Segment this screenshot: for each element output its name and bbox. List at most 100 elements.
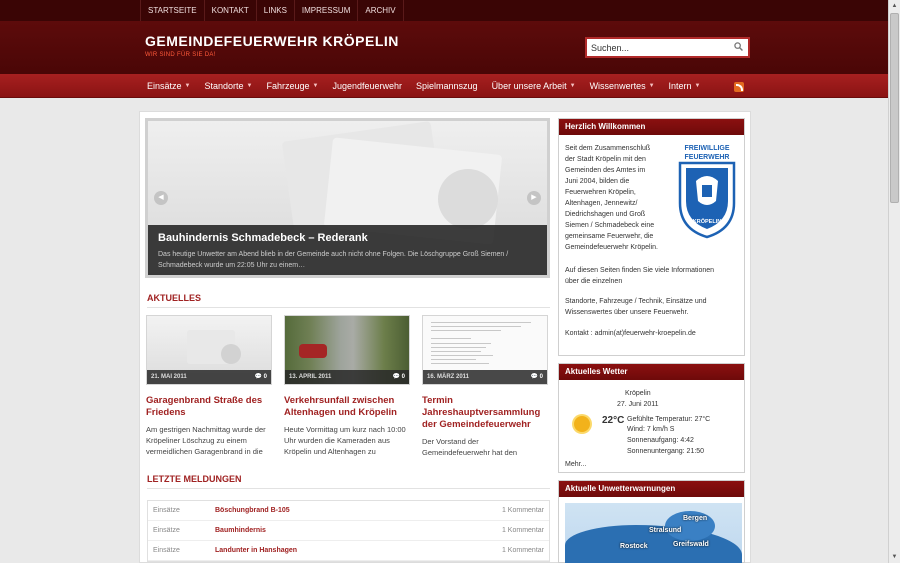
- site-header: GEMEINDEFEUERWEHR KRÖPELIN WIR SIND FÜR …: [0, 21, 888, 74]
- doc-line: [431, 330, 501, 331]
- car-image: [299, 344, 327, 358]
- nav-item-ueber-unsere-arbeit[interactable]: Über unsere Arbeit ▼: [485, 74, 583, 98]
- scroll-down-arrow-icon[interactable]: ▼: [889, 551, 900, 563]
- sun-icon: [574, 416, 590, 432]
- nav-item-wissenwertes[interactable]: Wissenwertes ▼: [583, 74, 662, 98]
- nav-label: Einsätze: [147, 81, 182, 91]
- news-comments[interactable]: 1 Kommentar: [502, 527, 544, 534]
- article-thumbnail[interactable]: 21. MAI 2011 💬 0: [146, 315, 272, 385]
- slide-caption: Bauhindernis Schmadebeck – Rederank Das …: [148, 225, 547, 275]
- map-city: Stralsund: [649, 527, 682, 534]
- topnav-links[interactable]: LINKS: [257, 0, 295, 21]
- comment-count-value: 0: [539, 374, 543, 380]
- nav-label: Wissenwertes: [589, 81, 646, 91]
- news-category[interactable]: Einsätze: [153, 507, 180, 514]
- nav-label: Intern: [668, 81, 692, 91]
- nav-label: Über unsere Arbeit: [491, 81, 567, 91]
- rss-icon[interactable]: [734, 82, 744, 92]
- weather-widget: Aktuelles Wetter Kröpelin 27. Juni 2011 …: [558, 363, 745, 473]
- map-city: Rostock: [620, 543, 648, 550]
- text-line: Feuerwehren Kröpelin,: [565, 189, 636, 196]
- divider: [147, 307, 550, 308]
- news-title[interactable]: Baumhindernis: [215, 527, 266, 534]
- text-line: über die einzelnen: [565, 278, 623, 285]
- logo-text-mid: FEUERWEHR: [685, 154, 730, 161]
- chevron-down-icon: ▼: [246, 83, 253, 89]
- nav-item-jugendfeuerwehr[interactable]: Jugendfeuerwehr: [325, 74, 409, 98]
- weather-place: Kröpelin: [625, 390, 651, 397]
- article-thumbnail[interactable]: 13. APRIL 2011 💬 0: [284, 315, 410, 385]
- section-title-aktuelles: AKTUELLES: [147, 293, 201, 303]
- weather-temp: 22°C: [602, 415, 625, 426]
- news-comments[interactable]: 1 Kommentar: [502, 507, 544, 514]
- warning-map[interactable]: Bergen Stralsund Rostock Greifswald: [565, 503, 742, 563]
- nav-label: Jugendfeuerwehr: [332, 81, 403, 91]
- article-excerpt: Heute Vormittag um kurz nach 10:00 Uhr w…: [284, 425, 406, 456]
- page-scrollbar[interactable]: ▲ ▼: [888, 0, 900, 563]
- text-line: Juni 2004, bilden die: [565, 178, 630, 185]
- text-line: Wissenswertes über unsere Feuerwehr.: [565, 309, 689, 316]
- topnav-archiv[interactable]: ARCHIV: [358, 0, 404, 21]
- article-excerpt: Der Vorstand der Gemeindefeuerwehr hat d…: [422, 437, 518, 457]
- news-category[interactable]: Einsätze: [153, 527, 180, 534]
- comment-count[interactable]: 💬 0: [255, 370, 267, 384]
- weather-wind: Wind: 7 km/h S: [627, 426, 675, 433]
- weather-date: 27. Juni 2011: [617, 401, 659, 408]
- news-title[interactable]: Böschungbrand B-105: [215, 507, 290, 514]
- chevron-down-icon: ▼: [694, 83, 701, 89]
- scroll-up-arrow-icon[interactable]: ▲: [889, 0, 900, 12]
- nav-item-intern[interactable]: Intern ▼: [662, 74, 708, 98]
- nav-item-standorte[interactable]: Standorte ▼: [197, 74, 259, 98]
- news-category[interactable]: Einsätze: [153, 547, 180, 554]
- main-nav: Einsätze ▼ Standorte ▼ Fahrzeuge ▼ Jugendfe…: [0, 74, 888, 98]
- weather-feels: Gefühlte Temperatur: 27°C: [627, 416, 711, 423]
- text-line: Altenhagen, Jennewitz/: [565, 200, 638, 207]
- nav-item-fahrzeuge[interactable]: Fahrzeuge ▼: [259, 74, 325, 98]
- section-title-meldungen: LETZTE MELDUNGEN: [147, 474, 242, 484]
- news-comments[interactable]: 1 Kommentar: [502, 547, 544, 554]
- article-title[interactable]: Garagenbrand Straße des Friedens: [146, 395, 272, 419]
- widget-title: Aktuelles Wetter: [559, 364, 744, 380]
- search-box: [585, 37, 750, 58]
- topnav-kontakt[interactable]: KONTAKT: [205, 0, 257, 21]
- weather-more-link[interactable]: Mehr...: [565, 461, 586, 468]
- article-meta: 21. MAI 2011 💬 0: [147, 370, 271, 384]
- nav-label: Standorte: [204, 81, 244, 91]
- article-title[interactable]: Verkehrsunfall zwischen Altenhagen und K…: [284, 395, 410, 419]
- text-line: Seit dem Zusammenschluß: [565, 145, 651, 152]
- article-date: 13. APRIL 2011: [289, 374, 332, 380]
- article-excerpt: Am gestrigen Nachmittag wurde der Kröpel…: [146, 425, 266, 456]
- nav-item-spielmannszug[interactable]: Spielmannszug: [409, 74, 485, 98]
- site-title[interactable]: GEMEINDEFEUERWEHR KRÖPELIN: [145, 33, 399, 49]
- text-line: Diedrichshagen und Groß: [565, 211, 646, 218]
- search-icon[interactable]: [734, 42, 743, 51]
- text-line: der Stadt Kröpelin mit den: [565, 156, 646, 163]
- comment-count[interactable]: 💬 0: [393, 370, 405, 384]
- topnav-startseite[interactable]: STARTSEITE: [140, 0, 205, 21]
- widget-title: Herzlich Willkommen: [559, 119, 744, 135]
- doc-line: [431, 363, 489, 364]
- doc-line: [431, 355, 493, 356]
- site-tagline: WIR SIND FÜR SIE DA!: [145, 52, 216, 58]
- comment-count[interactable]: 💬 0: [531, 370, 543, 384]
- divider: [147, 488, 550, 489]
- topnav-impressum[interactable]: IMPRESSUM: [295, 0, 359, 21]
- nav-item-einsaetze[interactable]: Einsätze ▼: [140, 74, 197, 98]
- chevron-down-icon: ▼: [648, 83, 655, 89]
- top-bar: STARTSEITE KONTAKT LINKS IMPRESSUM ARCHI…: [0, 0, 888, 21]
- article-date: 16. MÄRZ 2011: [427, 374, 470, 380]
- slider-prev-icon[interactable]: ◀: [154, 191, 168, 205]
- news-title[interactable]: Landunter in Hanshagen: [215, 547, 297, 554]
- doc-line: [431, 347, 486, 348]
- featured-slider[interactable]: ◀ ▶ Bauhindernis Schmadebeck – Rederank …: [145, 118, 550, 278]
- slider-next-icon[interactable]: ▶: [527, 191, 541, 205]
- comment-count-value: 0: [401, 374, 405, 380]
- comment-count-value: 0: [263, 374, 267, 380]
- doc-line: [431, 322, 531, 323]
- article-title[interactable]: Termin Jahreshauptversammlung der Gemein…: [422, 395, 548, 431]
- search-input[interactable]: [587, 39, 727, 56]
- scroll-thumb[interactable]: [890, 13, 899, 203]
- welcome-intro: Seit dem Zusammenschluß der Stadt Kröpel…: [565, 143, 675, 253]
- slide-title[interactable]: Bauhindernis Schmadebeck – Rederank: [158, 232, 543, 244]
- article-thumbnail[interactable]: 16. MÄRZ 2011 💬 0: [422, 315, 548, 385]
